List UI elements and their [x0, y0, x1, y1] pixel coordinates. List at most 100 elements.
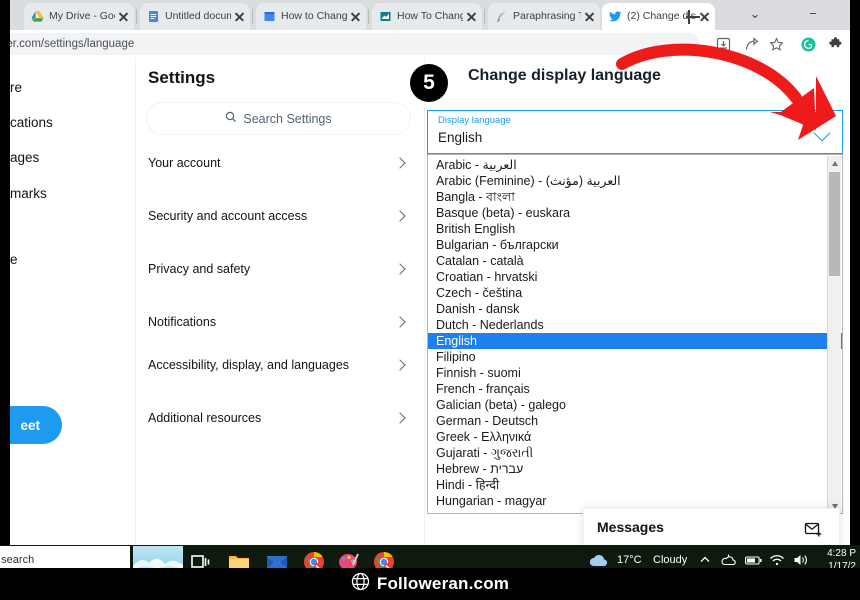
address-bar-url[interactable]: tter.com/settings/language — [10, 35, 134, 53]
language-option[interactable]: Greek - Ελληνικά — [428, 429, 842, 445]
chevron-right-icon — [394, 412, 405, 423]
webpage-icon — [263, 10, 276, 23]
messages-dock[interactable]: Messages — [583, 508, 840, 548]
tab-label: Untitled docume — [165, 11, 231, 22]
language-option[interactable]: Catalan - català — [428, 253, 842, 269]
extensions-puzzle-icon[interactable] — [827, 36, 844, 53]
tab-label: How To Change — [397, 11, 463, 22]
close-icon[interactable] — [233, 10, 246, 23]
grammarly-icon[interactable] — [800, 36, 817, 53]
share-icon[interactable] — [743, 36, 760, 53]
settings-row-security[interactable]: Security and account access — [136, 199, 426, 232]
window-restore-button[interactable]: ⌄ — [742, 4, 768, 24]
display-language-value: English — [438, 130, 482, 145]
chevron-right-icon — [394, 359, 405, 370]
battery-icon[interactable] — [745, 554, 762, 567]
watermark-bar: Followeran.com — [0, 568, 860, 600]
chevron-right-icon — [394, 263, 405, 274]
install-icon[interactable] — [715, 36, 732, 53]
taskbar-search-text: o search — [0, 554, 34, 566]
chevron-down-icon[interactable] — [814, 125, 831, 142]
browser-tab-1[interactable]: Untitled docume — [140, 3, 250, 30]
tweet-button[interactable]: eet — [10, 406, 62, 444]
settings-column: Settings Search Settings Your account Se… — [135, 58, 425, 548]
language-option[interactable]: Bangla - বাংলা — [428, 189, 842, 205]
close-icon[interactable] — [117, 10, 130, 23]
teal-page-icon — [379, 10, 392, 23]
language-option[interactable]: Croatian - hrvatski — [428, 269, 842, 285]
language-option[interactable]: British English — [428, 221, 842, 237]
language-option[interactable]: Arabic - العربية — [428, 157, 842, 173]
language-option[interactable]: Dutch - Nederlands — [428, 317, 842, 333]
bookmark-star-icon[interactable] — [768, 36, 785, 53]
browser-tab-4[interactable]: Paraphrasing Too — [488, 3, 600, 30]
sidebar-item-bookmarks[interactable]: marks — [10, 186, 47, 201]
browser-tab-3[interactable]: How To Change — [372, 3, 482, 30]
tab-divider — [252, 9, 253, 24]
browser-tab-0[interactable]: My Drive - Googl — [24, 3, 134, 30]
language-option[interactable]: Galician (beta) - galego — [428, 397, 842, 413]
taskbar-clock-time[interactable]: 4:28 P — [827, 548, 856, 559]
language-option[interactable]: Basque (beta) - euskara — [428, 205, 842, 221]
language-option[interactable]: French - français — [428, 381, 842, 397]
onedrive-icon[interactable] — [721, 553, 736, 568]
search-settings-placeholder: Search Settings — [243, 112, 331, 126]
display-language-select[interactable]: Display language English — [427, 110, 843, 154]
twitter-left-nav: re cations ages marks e eet ix 🔒 irix ••… — [10, 58, 125, 548]
close-icon[interactable] — [465, 10, 478, 23]
chevron-up-icon[interactable] — [698, 553, 712, 567]
window-minimize-button[interactable]: − — [800, 4, 826, 24]
step-number-badge: 5 — [410, 64, 448, 102]
language-option[interactable]: German - Deutsch — [428, 413, 842, 429]
tab-label: My Drive - Googl — [49, 11, 115, 22]
settings-row-privacy[interactable]: Privacy and safety — [136, 252, 426, 285]
language-option[interactable]: Arabic (Feminine) - (مؤنث) العربية — [428, 173, 842, 189]
tab-strip: My Drive - Googl Untitled docume How to … — [10, 0, 850, 30]
language-option[interactable]: Gujarati - ગુજરાતી — [428, 445, 842, 461]
volume-icon[interactable] — [793, 553, 809, 567]
language-option[interactable]: Finnish - suomi — [428, 365, 842, 381]
new-message-icon[interactable] — [804, 520, 823, 544]
weather-temperature: 17°C — [617, 554, 642, 566]
tab-label: How to Change — [281, 11, 347, 22]
language-option[interactable]: Bulgarian - български — [428, 237, 842, 253]
chevron-right-icon — [394, 157, 405, 168]
settings-row-label: Additional resources — [148, 411, 261, 425]
settings-row-additional-resources[interactable]: Additional resources — [136, 401, 426, 434]
settings-row-label: Your account — [148, 156, 221, 170]
twitter-bird-icon — [609, 10, 622, 23]
language-option[interactable]: Hungarian - magyar — [428, 493, 842, 509]
language-option[interactable]: English — [428, 333, 842, 349]
scroll-up-arrow-icon[interactable] — [832, 161, 838, 166]
language-options[interactable]: Arabic - العربيةArabic (Feminine) - (مؤن… — [428, 155, 842, 509]
sidebar-item-messages[interactable]: ages — [10, 150, 39, 165]
display-language-label: Display language — [438, 115, 511, 126]
settings-row-label: Notifications — [148, 315, 216, 329]
language-option[interactable]: Hindi - हिन्दी — [428, 477, 842, 493]
messages-title: Messages — [597, 519, 664, 535]
wifi-icon[interactable] — [769, 553, 785, 567]
scrollbar-thumb[interactable] — [829, 172, 840, 276]
close-icon[interactable] — [349, 10, 362, 23]
chevron-right-icon — [394, 316, 405, 327]
watermark-text: Followeran.com — [377, 574, 509, 594]
settings-row-label: Privacy and safety — [148, 262, 250, 276]
settings-row-accessibility[interactable]: Accessibility, display, and languages — [136, 348, 426, 381]
dropdown-scrollbar[interactable] — [827, 156, 841, 514]
sidebar-item-explore[interactable]: re — [10, 80, 22, 95]
language-option-list[interactable]: Arabic - العربيةArabic (Feminine) - (مؤن… — [427, 154, 843, 514]
language-option[interactable]: Czech - čeština — [428, 285, 842, 301]
quill-icon — [495, 10, 508, 23]
sidebar-item-more[interactable]: e — [10, 252, 18, 267]
search-settings-input[interactable]: Search Settings — [146, 102, 411, 135]
language-option[interactable]: Hebrew - עברית — [428, 461, 842, 477]
sidebar-item-notifications[interactable]: cations — [10, 115, 53, 130]
browser-tab-2[interactable]: How to Change — [256, 3, 366, 30]
settings-row-notifications[interactable]: Notifications — [136, 305, 426, 338]
new-tab-button[interactable] — [682, 6, 704, 28]
language-option[interactable]: Danish - dansk — [428, 301, 842, 317]
settings-row-your-account[interactable]: Your account — [136, 146, 426, 179]
close-icon[interactable] — [583, 10, 596, 23]
language-option[interactable]: Filipino — [428, 349, 842, 365]
settings-row-label: Accessibility, display, and languages — [148, 358, 349, 372]
